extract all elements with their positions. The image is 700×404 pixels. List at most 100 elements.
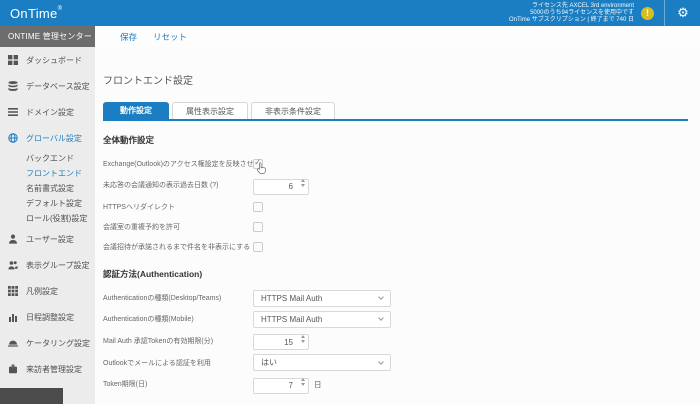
number-spinner[interactable] <box>301 335 305 343</box>
checkmark-icon: ✓ <box>254 157 262 168</box>
section-heading-authentication: 認証方法(Authentication) <box>103 268 688 280</box>
sidebar-item-label: ユーザー設定 <box>26 234 74 245</box>
number-spinner[interactable] <box>301 179 305 187</box>
setting-label: 会議招待が承諾されるまで件名を非表示にする <box>103 242 253 252</box>
spinner-up-icon[interactable] <box>301 378 305 381</box>
spinner-down-icon[interactable] <box>301 383 305 386</box>
save-button[interactable]: 保存 <box>120 31 137 43</box>
select-value: HTTPS Mail Auth <box>261 315 322 324</box>
exchange-acl-checkbox[interactable]: ✓ <box>253 159 263 169</box>
setting-label: 会議室の重複予約を許可 <box>103 222 253 232</box>
page-title: フロントエンド設定 <box>103 72 688 87</box>
legend-grid-icon <box>8 286 20 296</box>
sidebar-item-catering-settings[interactable]: ケータリング設定 <box>0 330 95 356</box>
sidebar-nav: ダッシュボード データベース設定 ドメイン設定 グローバル設定 バックエンド フ… <box>0 47 95 382</box>
license-line: 5000のうち94ライセンスを使用中です <box>509 10 634 17</box>
number-spinner[interactable] <box>301 378 305 386</box>
top-header-bar: OnTime® ライセンス先 AXCEL 3rd environment 500… <box>0 0 700 26</box>
auth-type-desktop-select[interactable]: HTTPS Mail Auth <box>253 290 391 307</box>
sidebar-item-database-settings[interactable]: データベース設定 <box>0 73 95 99</box>
reset-button[interactable]: リセット <box>153 31 187 43</box>
topbar-divider <box>664 0 665 26</box>
tab-attribute-display-settings[interactable]: 属性表示設定 <box>172 102 248 119</box>
settings-tabs: 動作設定 属性表示設定 非表示条件設定 <box>103 102 688 119</box>
sidebar-item-label: ダッシュボード <box>26 55 82 66</box>
gear-icon[interactable]: ⚙ <box>674 0 692 26</box>
sidebar-footer <box>0 388 63 404</box>
setting-label: Authenticationの種類(Desktop/Teams) <box>103 293 253 303</box>
ontime-logo: OnTime® <box>10 6 62 21</box>
setting-row-token-validity: Mail Auth 承認Tokenの有効期限(分) <box>103 332 688 351</box>
bar-chart-icon <box>8 312 20 322</box>
sidebar-item-dashboard[interactable]: ダッシュボード <box>0 47 95 73</box>
spinner-up-icon[interactable] <box>301 179 305 182</box>
license-line: ライセンス先 AXCEL 3rd environment <box>509 3 634 10</box>
setting-label: HTTPSへリダイレクト <box>103 202 253 212</box>
sidebar-item-label: グローバル設定 <box>26 133 82 144</box>
visitor-badge-icon <box>8 364 20 374</box>
chevron-down-icon <box>378 315 384 321</box>
sidebar-item-default-settings[interactable]: デフォルト設定 <box>26 196 95 211</box>
setting-label: Authenticationの種類(Mobile) <box>103 314 253 324</box>
section-heading-general: 全体動作設定 <box>103 134 688 146</box>
tab-behavior-settings[interactable]: 動作設定 <box>103 102 169 119</box>
setting-label: Mail Auth 承認Tokenの有効期限(分) <box>103 336 253 346</box>
hide-subject-checkbox[interactable] <box>253 242 263 252</box>
sidebar-item-label: 凡例設定 <box>26 286 58 297</box>
sidebar-item-label: 表示グループ設定 <box>26 260 90 271</box>
sidebar-item-user-settings[interactable]: ユーザー設定 <box>0 226 95 252</box>
logo-registered-mark: ® <box>58 6 63 12</box>
dashboard-icon <box>8 55 20 65</box>
select-value: はい <box>261 357 277 368</box>
outlook-mail-auth-select[interactable]: はい <box>253 354 391 371</box>
sidebar-item-global-settings[interactable]: グローバル設定 <box>0 125 95 151</box>
sidebar-item-display-group-settings[interactable]: 表示グループ設定 <box>0 252 95 278</box>
sidebar: ONTIME 管理センター ダッシュボード データベース設定 ドメイン設定 グロ… <box>0 26 95 404</box>
setting-label: Exchange(Outlook)のアクセス権設定を反映させない <box>103 159 253 169</box>
setting-label: Outlookでメールによる認証を利用 <box>103 358 253 368</box>
main-panel: 保存 リセット フロントエンド設定 動作設定 属性表示設定 非表示条件設定 全体… <box>95 26 700 404</box>
sidebar-item-backend[interactable]: バックエンド <box>26 151 95 166</box>
license-warning-icon[interactable]: ! <box>641 7 654 20</box>
sidebar-item-role-settings[interactable]: ロール(役割)設定 <box>26 211 95 226</box>
domain-list-icon <box>8 107 20 117</box>
setting-row-unanswered-days: 未応答の会議通知の表示過去日数 (?) <box>103 176 688 195</box>
sidebar-title: ONTIME 管理センター <box>0 26 95 47</box>
group-icon <box>8 260 20 270</box>
https-redirect-checkbox[interactable] <box>253 202 263 212</box>
setting-row-https-redirect: HTTPSへリダイレクト <box>103 199 688 215</box>
spinner-down-icon[interactable] <box>301 340 305 343</box>
sidebar-item-legend-settings[interactable]: 凡例設定 <box>0 278 95 304</box>
sidebar-item-label: 来訪者管理設定 <box>26 364 82 375</box>
sidebar-item-label: ケータリング設定 <box>26 338 90 349</box>
action-toolbar: 保存 リセット <box>95 26 700 47</box>
auth-type-mobile-select[interactable]: HTTPS Mail Auth <box>253 311 391 328</box>
setting-row-outlook-mail-auth: Outlookでメールによる認証を利用 はい <box>103 354 688 371</box>
catering-dish-icon <box>8 338 20 348</box>
setting-row-token-expiry: Token期限(日) 日 <box>103 375 688 394</box>
setting-row-auth-mobile: Authenticationの種類(Mobile) HTTPS Mail Aut… <box>103 311 688 328</box>
spinner-up-icon[interactable] <box>301 335 305 338</box>
sidebar-item-schedule-adjust-settings[interactable]: 日程調整設定 <box>0 304 95 330</box>
setting-row-hide-subject: 会議招待が承諾されるまで件名を非表示にする <box>103 239 688 255</box>
sidebar-item-label: ドメイン設定 <box>26 107 74 118</box>
sidebar-item-visitor-management-settings[interactable]: 来訪者管理設定 <box>0 356 95 382</box>
frontend-settings-content: フロントエンド設定 動作設定 属性表示設定 非表示条件設定 全体動作設定 Exc… <box>95 72 700 394</box>
chevron-down-icon <box>378 294 384 300</box>
license-line: OnTime サブスクリプション | 終了まで 740 日 <box>509 17 634 24</box>
setting-row-exchange-acl: Exchange(Outlook)のアクセス権設定を反映させない ✓ <box>103 156 688 172</box>
license-info: ライセンス先 AXCEL 3rd environment 5000のうち94ライ… <box>509 3 634 24</box>
setting-label: 未応答の会議通知の表示過去日数 (?) <box>103 180 253 190</box>
app-window: OnTime® ライセンス先 AXCEL 3rd environment 500… <box>0 0 700 404</box>
sidebar-item-domain-settings[interactable]: ドメイン設定 <box>0 99 95 125</box>
double-booking-checkbox[interactable] <box>253 222 263 232</box>
globe-icon <box>8 133 20 143</box>
spinner-down-icon[interactable] <box>301 184 305 187</box>
sidebar-item-frontend[interactable]: フロントエンド <box>26 166 95 181</box>
setting-row-auth-desktop: Authenticationの種類(Desktop/Teams) HTTPS M… <box>103 290 688 307</box>
sidebar-item-name-format[interactable]: 名前書式設定 <box>26 181 95 196</box>
tab-hidden-condition-settings[interactable]: 非表示条件設定 <box>251 102 335 119</box>
topbar-right-group: ライセンス先 AXCEL 3rd environment 5000のうち94ライ… <box>509 0 692 26</box>
days-unit-label: 日 <box>314 379 322 390</box>
sidebar-item-label: データベース設定 <box>26 81 90 92</box>
